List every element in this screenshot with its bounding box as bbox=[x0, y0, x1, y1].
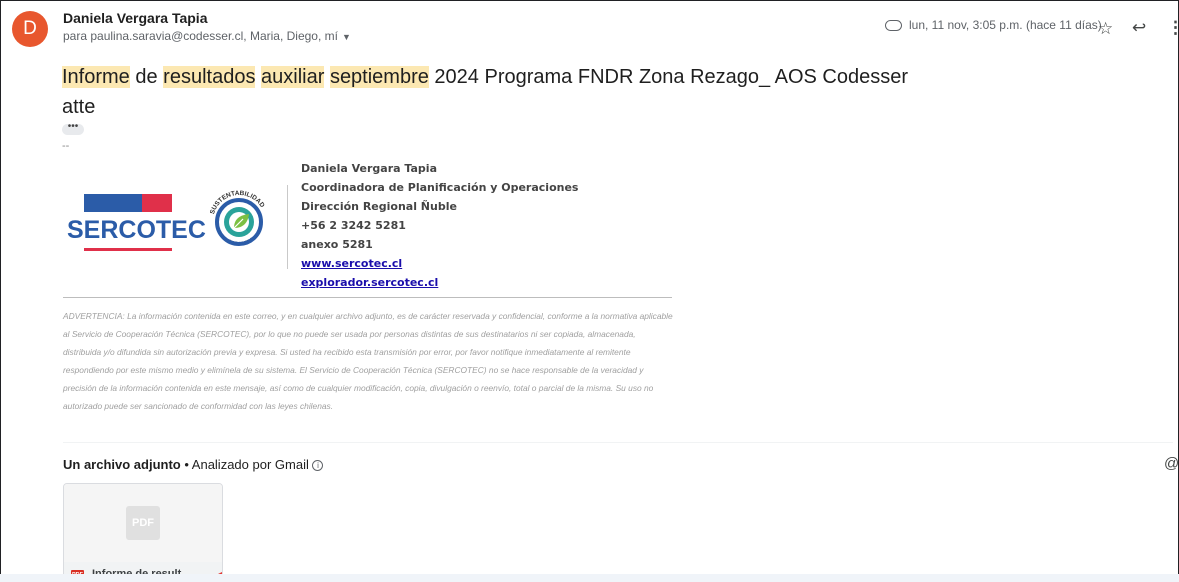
message-date[interactable]: lun, 11 nov, 3:05 p.m. (hace 11 días) bbox=[909, 18, 1102, 32]
subject-word: 2024 Programa FNDR Zona Rezago_ AOS Code… bbox=[428, 66, 908, 88]
more-vert-icon[interactable]: ⋮ bbox=[1167, 18, 1178, 38]
subject-word: resultados bbox=[163, 66, 256, 88]
logo-underline bbox=[84, 248, 172, 251]
sender-avatar[interactable]: D bbox=[12, 11, 48, 47]
subject-word: de bbox=[129, 66, 164, 88]
signature-name: Daniela Vergara Tapia bbox=[301, 162, 437, 175]
email-body-text: atte bbox=[62, 96, 96, 118]
info-icon[interactable]: i bbox=[312, 460, 324, 472]
pdf-file-icon: PDF bbox=[126, 506, 160, 540]
bottom-strip bbox=[0, 574, 1179, 582]
message-meta: lun, 11 nov, 3:05 p.m. (hace 11 días) bbox=[885, 18, 1102, 32]
legal-disclaimer: ADVERTENCIA: La información contenida en… bbox=[63, 311, 673, 411]
email-view: D Daniela Vergara Tapia para paulina.sar… bbox=[0, 0, 1179, 582]
logo-text: SERCOTEC bbox=[67, 216, 206, 244]
signature-divider bbox=[287, 185, 288, 269]
email-subject: Informe de resultados auxiliar septiembr… bbox=[62, 66, 908, 89]
subject-word: auxiliar bbox=[261, 66, 325, 88]
scanned-by-gmail-text: • Analizado por Gmail bbox=[180, 457, 313, 472]
sercotec-website-link[interactable]: www.sercotec.cl bbox=[301, 254, 578, 273]
show-trimmed-content-button[interactable]: ••• bbox=[62, 122, 84, 135]
signature-block: Daniela Vergara Tapia Coordinadora de Pl… bbox=[301, 159, 578, 292]
sustainability-seal: SUSTENTABILIDAD SERCOTEC bbox=[203, 185, 275, 257]
reply-icon[interactable]: ↩ bbox=[1132, 18, 1146, 38]
add-to-drive-icon[interactable]: @ bbox=[1164, 455, 1178, 472]
recipients-line[interactable]: para paulina.saravia@codesser.cl, Maria,… bbox=[63, 29, 351, 43]
attachments-header: Un archivo adjunto • Analizado por Gmail… bbox=[63, 457, 324, 472]
recipients-text: para paulina.saravia@codesser.cl, Maria,… bbox=[63, 29, 338, 43]
disclaimer-divider bbox=[63, 297, 672, 298]
signature-separator: -- bbox=[62, 140, 70, 152]
subject-word: septiembre bbox=[329, 66, 429, 88]
signature-phone: +56 2 3242 5281 bbox=[301, 219, 406, 232]
star-icon[interactable]: ☆ bbox=[1098, 19, 1113, 39]
attachment-card[interactable]: PDF PDF Informe de result... bbox=[63, 483, 223, 581]
signature-extension: anexo 5281 bbox=[301, 238, 373, 251]
explorador-link[interactable]: explorador.sercotec.cl bbox=[301, 273, 578, 292]
signature-office: Dirección Regional Ñuble bbox=[301, 200, 457, 213]
chevron-down-icon[interactable]: ▼ bbox=[342, 32, 351, 42]
sender-name[interactable]: Daniela Vergara Tapia bbox=[63, 10, 207, 26]
paperclip-icon bbox=[885, 20, 902, 32]
logo-flag bbox=[84, 194, 172, 212]
attachments-heading: Un archivo adjunto bbox=[63, 457, 181, 472]
attachments-divider bbox=[63, 442, 1173, 443]
subject-word: Informe bbox=[62, 66, 130, 88]
signature-role: Coordinadora de Planificación y Operacio… bbox=[301, 181, 579, 194]
